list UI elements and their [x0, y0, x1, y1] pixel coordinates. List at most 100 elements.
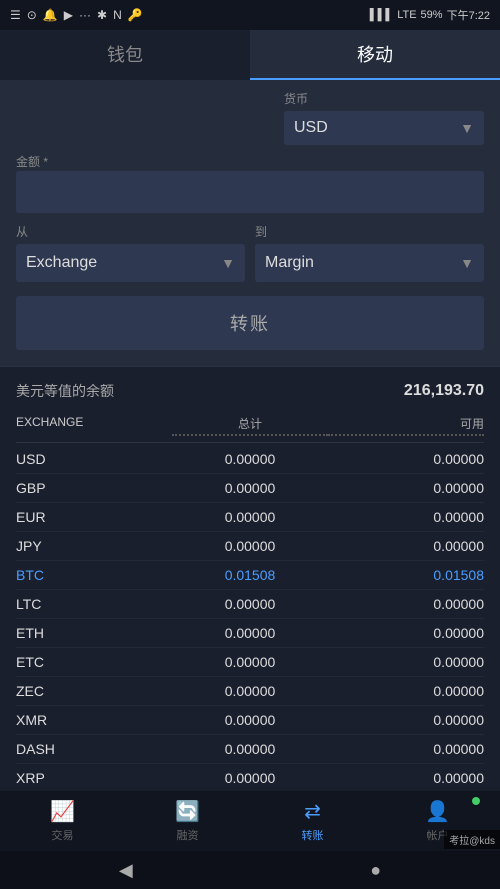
battery-text: 59%	[421, 9, 443, 21]
to-label: 到	[255, 223, 484, 240]
status-left-icons: ☰ ⊙ 🔔 ▶ ··· ✱ N 🔑	[10, 8, 143, 22]
fund-label: 融资	[177, 827, 199, 843]
nav-transfer[interactable]: ⇄ 转账	[250, 791, 375, 851]
table-row: ETC 0.00000 0.00000	[16, 648, 484, 677]
lte-text: LTE	[397, 9, 416, 21]
td-currency: USD	[16, 451, 172, 467]
menu-icon: ☰	[10, 8, 21, 22]
home-button[interactable]: ●	[370, 860, 381, 881]
td-total: 0.00000	[172, 509, 328, 525]
currency-value: USD	[294, 119, 328, 137]
bluetooth-icon: ✱	[97, 8, 107, 22]
td-currency: JPY	[16, 538, 172, 554]
transfer-icon: ⇄	[304, 799, 321, 824]
balance-section: 美元等值的余额 216,193.70	[0, 366, 500, 409]
nav-fund[interactable]: 🔄 融资	[125, 791, 250, 851]
transfer-btn-wrap: 转账	[16, 296, 484, 350]
td-total: 0.00000	[172, 683, 328, 699]
td-total: 0.00000	[172, 654, 328, 670]
account-online-dot	[472, 797, 480, 805]
to-dropdown[interactable]: Margin ▼	[255, 244, 484, 282]
from-dropdown-arrow: ▼	[221, 255, 235, 271]
table-row: GBP 0.00000 0.00000	[16, 474, 484, 503]
back-button[interactable]: ◀	[119, 860, 133, 881]
td-available: 0.00000	[328, 683, 484, 699]
brand-badge: 考拉@kds	[444, 830, 500, 849]
balance-label: 美元等值的余额	[16, 381, 114, 401]
table-header: EXCHANGE 总计 可用	[16, 409, 484, 443]
bell-icon: 🔔	[43, 8, 58, 22]
from-to-row: 从 Exchange ▼ 到 Margin ▼	[16, 223, 484, 282]
td-total: 0.01508	[172, 567, 328, 583]
td-total: 0.00000	[172, 625, 328, 641]
td-available: 0.01508	[328, 567, 484, 583]
form-section: 货币 USD ▼ 金额 * 从 Exchange ▼ 到 Margin ▼	[0, 80, 500, 366]
tab-mobile[interactable]: 移动	[250, 30, 500, 80]
td-available: 0.00000	[328, 770, 484, 786]
transfer-label: 转账	[302, 827, 324, 843]
table-row: XRP 0.00000 0.00000	[16, 764, 484, 793]
table-body: USD 0.00000 0.00000 GBP 0.00000 0.00000 …	[16, 445, 484, 793]
td-total: 0.00000	[172, 741, 328, 757]
td-total: 0.00000	[172, 596, 328, 612]
table-row: BTC 0.01508 0.01508	[16, 561, 484, 590]
status-right: ▌▌▌ LTE 59% 下午7:22	[370, 7, 490, 23]
td-available: 0.00000	[328, 538, 484, 554]
td-currency: GBP	[16, 480, 172, 496]
td-total: 0.00000	[172, 712, 328, 728]
trade-label: 交易	[52, 827, 74, 843]
currency-label: 货币	[284, 90, 484, 107]
td-currency: LTC	[16, 596, 172, 612]
amount-input[interactable]	[16, 171, 484, 213]
table-row: JPY 0.00000 0.00000	[16, 532, 484, 561]
time-text: 下午7:22	[447, 7, 490, 23]
currency-row: 货币 USD ▼	[16, 90, 484, 145]
td-total: 0.00000	[172, 451, 328, 467]
to-group: 到 Margin ▼	[255, 223, 484, 282]
table-row: EUR 0.00000 0.00000	[16, 503, 484, 532]
amount-row: 金额 *	[16, 153, 484, 213]
nav-trade[interactable]: 📈 交易	[0, 791, 125, 851]
td-currency: ZEC	[16, 683, 172, 699]
bottom-nav: 📈 交易 🔄 融资 ⇄ 转账 👤 帐户	[0, 791, 500, 851]
currency-dropdown[interactable]: USD ▼	[284, 111, 484, 145]
td-currency: ETH	[16, 625, 172, 641]
account-icon: 👤	[425, 799, 450, 824]
table-row: USD 0.00000 0.00000	[16, 445, 484, 474]
td-currency: ETC	[16, 654, 172, 670]
nfc-icon: N	[113, 8, 122, 22]
td-total: 0.00000	[172, 480, 328, 496]
table-section: EXCHANGE 总计 可用 USD 0.00000 0.00000 GBP 0…	[0, 409, 500, 793]
td-available: 0.00000	[328, 451, 484, 467]
from-label: 从	[16, 223, 245, 240]
app-icon: ⊙	[27, 8, 37, 22]
table-row: ETH 0.00000 0.00000	[16, 619, 484, 648]
td-available: 0.00000	[328, 712, 484, 728]
table-row: LTC 0.00000 0.00000	[16, 590, 484, 619]
status-bar: ☰ ⊙ 🔔 ▶ ··· ✱ N 🔑 ▌▌▌ LTE 59% 下午7:22	[0, 0, 500, 30]
currency-field-group: 货币 USD ▼	[284, 90, 484, 145]
from-dropdown[interactable]: Exchange ▼	[16, 244, 245, 282]
top-tabs: 钱包 移动	[0, 30, 500, 80]
td-available: 0.00000	[328, 480, 484, 496]
td-available: 0.00000	[328, 596, 484, 612]
transfer-button[interactable]: 转账	[16, 296, 484, 350]
play-icon: ▶	[64, 8, 73, 22]
to-value: Margin	[265, 254, 314, 272]
th-total: 总计	[172, 415, 328, 436]
td-currency: XMR	[16, 712, 172, 728]
from-group: 从 Exchange ▼	[16, 223, 245, 282]
td-currency: EUR	[16, 509, 172, 525]
android-bar: ◀ ● 考拉@kds	[0, 851, 500, 889]
signal-icon: ▌▌▌	[370, 9, 393, 21]
tab-wallet[interactable]: 钱包	[0, 30, 250, 80]
more-icon: ···	[79, 8, 91, 22]
td-available: 0.00000	[328, 509, 484, 525]
td-available: 0.00000	[328, 625, 484, 641]
table-row: DASH 0.00000 0.00000	[16, 735, 484, 764]
td-available: 0.00000	[328, 741, 484, 757]
td-currency: DASH	[16, 741, 172, 757]
from-value: Exchange	[26, 254, 97, 272]
balance-value: 216,193.70	[404, 382, 484, 400]
currency-dropdown-arrow: ▼	[460, 120, 474, 136]
